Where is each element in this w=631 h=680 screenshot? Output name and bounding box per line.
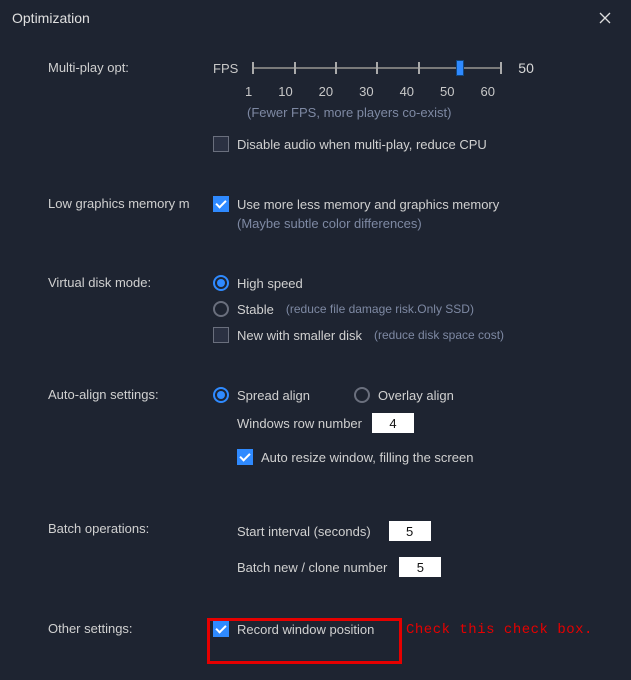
align-overlay-label: Overlay align	[378, 388, 454, 403]
checkbox-icon[interactable]	[213, 196, 229, 212]
fps-prefix: FPS	[213, 61, 238, 76]
lowgfx-checkbox[interactable]: Use more less memory and graphics memory	[213, 196, 621, 212]
vdisk-newsmall-label: New with smaller disk	[237, 328, 362, 343]
lowgfx-label: Low graphics memory m	[48, 196, 213, 211]
vdisk-section: Virtual disk mode: High speed Stable (re…	[48, 275, 621, 343]
fps-slider-handle[interactable]	[456, 60, 464, 76]
disable-audio-label: Disable audio when multi-play, reduce CP…	[237, 137, 487, 152]
lowgfx-hint: (Maybe subtle color differences)	[237, 216, 621, 231]
batch-label: Batch operations:	[48, 521, 213, 536]
autoresize-label: Auto resize window, filling the screen	[261, 450, 473, 465]
fps-tick-4: 40	[400, 84, 414, 99]
align-label: Auto-align settings:	[48, 387, 213, 402]
vdisk-newsmall-hint: (reduce disk space cost)	[374, 328, 504, 342]
vdisk-high-radio[interactable]: High speed	[213, 275, 621, 291]
rownum-input[interactable]: 4	[372, 413, 414, 433]
radio-icon[interactable]	[213, 301, 229, 317]
window-title: Optimization	[12, 10, 591, 26]
vdisk-stable-radio[interactable]: Stable (reduce file damage risk.Only SSD…	[213, 301, 621, 317]
other-section: Other settings: Record window position	[48, 621, 621, 637]
radio-icon[interactable]	[213, 387, 229, 403]
lowgfx-cb-label: Use more less memory and graphics memory	[237, 197, 499, 212]
content: Multi-play opt: FPS 50 1 10 20 30 40	[0, 36, 631, 647]
radio-icon[interactable]	[213, 275, 229, 291]
batch-start-label: Start interval (seconds)	[237, 524, 371, 539]
rownum-label: Windows row number	[237, 416, 362, 431]
other-label: Other settings:	[48, 621, 213, 636]
batch-clone-label: Batch new / clone number	[237, 560, 387, 575]
radio-icon[interactable]	[354, 387, 370, 403]
batch-clone-input[interactable]: 5	[399, 557, 441, 577]
multiplay-label: Multi-play opt:	[48, 60, 213, 75]
checkbox-icon[interactable]	[213, 136, 229, 152]
align-overlay-radio[interactable]: Overlay align	[354, 387, 454, 403]
vdisk-high-label: High speed	[237, 276, 303, 291]
multiplay-section: Multi-play opt: FPS 50 1 10 20 30 40	[48, 60, 621, 152]
batch-section: Batch operations: Start interval (second…	[48, 521, 621, 577]
fps-tick-3: 30	[359, 84, 373, 99]
titlebar: Optimization	[0, 0, 631, 36]
close-icon[interactable]	[591, 4, 619, 32]
fps-tick-0: 1	[245, 84, 252, 99]
checkbox-icon[interactable]	[213, 621, 229, 637]
vdisk-label: Virtual disk mode:	[48, 275, 213, 290]
align-section: Auto-align settings: Spread align Overla…	[48, 387, 621, 465]
fps-value: 50	[518, 60, 534, 76]
fps-hint: (Fewer FPS, more players co-exist)	[247, 105, 621, 120]
align-spread-label: Spread align	[237, 388, 310, 403]
checkbox-icon[interactable]	[213, 327, 229, 343]
record-position-checkbox[interactable]: Record window position	[213, 621, 621, 637]
vdisk-newsmall-checkbox[interactable]: New with smaller disk (reduce disk space…	[213, 327, 621, 343]
disable-audio-checkbox[interactable]: Disable audio when multi-play, reduce CP…	[213, 136, 621, 152]
fps-tick-1: 10	[278, 84, 292, 99]
align-spread-radio[interactable]: Spread align	[213, 387, 310, 403]
checkbox-icon[interactable]	[237, 449, 253, 465]
autoresize-checkbox[interactable]: Auto resize window, filling the screen	[237, 449, 621, 465]
batch-start-input[interactable]: 5	[389, 521, 431, 541]
vdisk-stable-label: Stable	[237, 302, 274, 317]
fps-tick-2: 20	[319, 84, 333, 99]
lowgfx-section: Low graphics memory m Use more less memo…	[48, 196, 621, 231]
record-position-label: Record window position	[237, 622, 374, 637]
vdisk-stable-hint: (reduce file damage risk.Only SSD)	[286, 302, 474, 316]
fps-tick-5: 50	[440, 84, 454, 99]
fps-tick-6: 60	[480, 84, 494, 99]
fps-slider[interactable]	[252, 67, 502, 69]
